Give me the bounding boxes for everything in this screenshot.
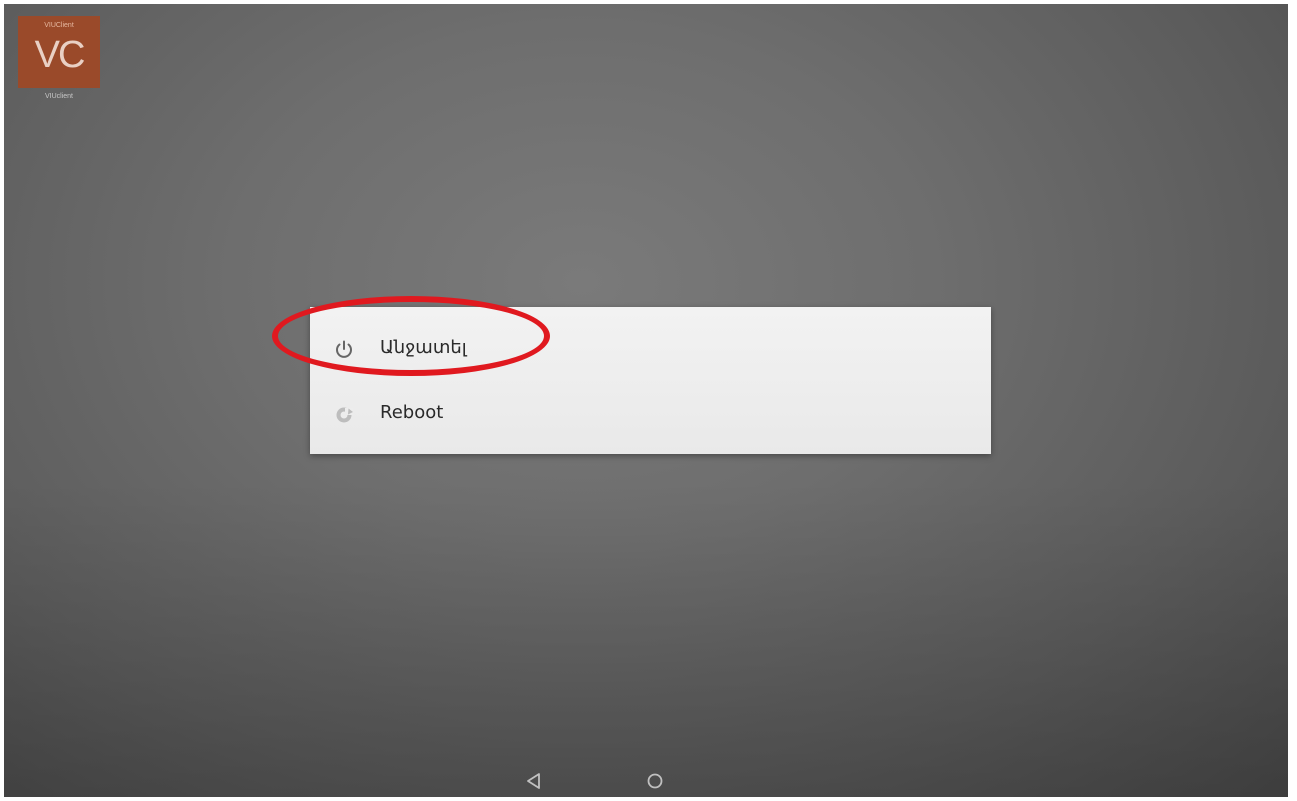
reboot-icon	[332, 403, 356, 427]
reboot-label: Reboot	[380, 402, 444, 423]
app-icon-viuclient[interactable]: VIUClient VC VIUclient	[18, 16, 100, 108]
navigation-bar	[4, 765, 1288, 797]
power-icon	[332, 338, 356, 362]
app-icon-tile: VIUClient VC	[18, 16, 100, 88]
reboot-item[interactable]: Reboot	[310, 382, 991, 446]
home-icon[interactable]	[642, 768, 668, 794]
back-icon[interactable]	[521, 768, 547, 794]
power-off-label: Անջատել	[380, 337, 467, 358]
app-icon-small-text: VIUClient	[44, 22, 74, 29]
app-icon-label: VIUclient	[44, 93, 73, 100]
screen: VIUClient VC VIUclient Անջատել Reboot	[4, 4, 1288, 797]
power-off-item[interactable]: Անջատել	[310, 317, 991, 381]
power-menu-dialog: Անջատել Reboot	[310, 307, 991, 454]
app-icon-initials: VC	[34, 34, 86, 76]
